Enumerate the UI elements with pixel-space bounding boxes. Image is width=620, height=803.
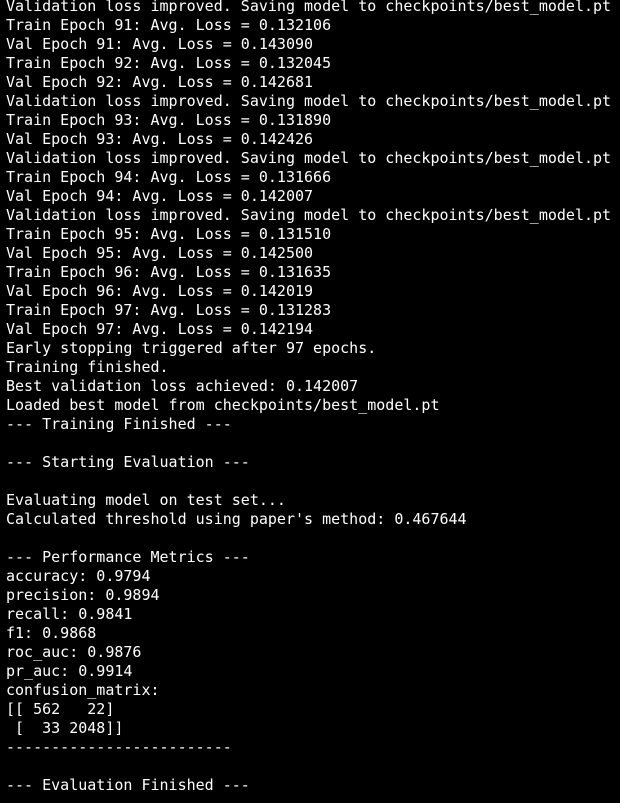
terminal-line: precision: 0.9894 xyxy=(6,586,160,604)
terminal-line: --- Performance Metrics --- xyxy=(6,548,250,566)
terminal-line: --- Training Finished --- xyxy=(6,415,232,433)
terminal-line: roc_auc: 0.9876 xyxy=(6,643,142,661)
terminal-line: Training finished. xyxy=(6,358,169,376)
terminal-line: pr_auc: 0.9914 xyxy=(6,662,133,680)
terminal-line: --- Evaluation Finished --- xyxy=(6,776,250,794)
terminal-line: Train Epoch 91: Avg. Loss = 0.132106 xyxy=(6,16,332,34)
terminal-line: Train Epoch 96: Avg. Loss = 0.131635 xyxy=(6,263,332,281)
terminal-line: f1: 0.9868 xyxy=(6,624,97,642)
terminal-line: accuracy: 0.9794 xyxy=(6,567,151,585)
terminal-line: recall: 0.9841 xyxy=(6,605,133,623)
terminal-line: Loaded best model from checkpoints/best_… xyxy=(6,396,440,414)
terminal-line: Train Epoch 97: Avg. Loss = 0.131283 xyxy=(6,301,332,319)
terminal-line: Train Epoch 95: Avg. Loss = 0.131510 xyxy=(6,225,332,243)
terminal-line: ------------------------- xyxy=(6,738,232,756)
terminal-line: Validation loss improved. Saving model t… xyxy=(6,149,612,167)
terminal-line: [ 33 2048]] xyxy=(6,719,124,737)
terminal-line: Validation loss improved. Saving model t… xyxy=(6,0,612,15)
terminal-line: Best validation loss achieved: 0.142007 xyxy=(6,377,359,395)
terminal-line: --- Starting Evaluation --- xyxy=(6,453,250,471)
terminal-line: Early stopping triggered after 97 epochs… xyxy=(6,339,377,357)
terminal-line: Train Epoch 92: Avg. Loss = 0.132045 xyxy=(6,54,332,72)
terminal-line: Validation loss improved. Saving model t… xyxy=(6,206,612,224)
terminal-line: Train Epoch 94: Avg. Loss = 0.131666 xyxy=(6,168,332,186)
terminal-output[interactable]: Validation loss improved. Saving model t… xyxy=(0,0,620,803)
terminal-line: Val Epoch 94: Avg. Loss = 0.142007 xyxy=(6,187,314,205)
terminal-line: Val Epoch 93: Avg. Loss = 0.142426 xyxy=(6,130,314,148)
terminal-line: Evaluating model on test set... xyxy=(6,491,286,509)
terminal-line: Calculated threshold using paper's metho… xyxy=(6,510,467,528)
terminal-line: Val Epoch 96: Avg. Loss = 0.142019 xyxy=(6,282,314,300)
terminal-line: Val Epoch 97: Avg. Loss = 0.142194 xyxy=(6,320,314,338)
terminal-line: Val Epoch 91: Avg. Loss = 0.143090 xyxy=(6,35,314,53)
terminal-line: Train Epoch 93: Avg. Loss = 0.131890 xyxy=(6,111,332,129)
terminal-line: Val Epoch 95: Avg. Loss = 0.142500 xyxy=(6,244,314,262)
terminal-line: [[ 562 22] xyxy=(6,700,115,718)
terminal-line: confusion_matrix: xyxy=(6,681,160,699)
terminal-line: Val Epoch 92: Avg. Loss = 0.142681 xyxy=(6,73,314,91)
terminal-line: Validation loss improved. Saving model t… xyxy=(6,92,612,110)
